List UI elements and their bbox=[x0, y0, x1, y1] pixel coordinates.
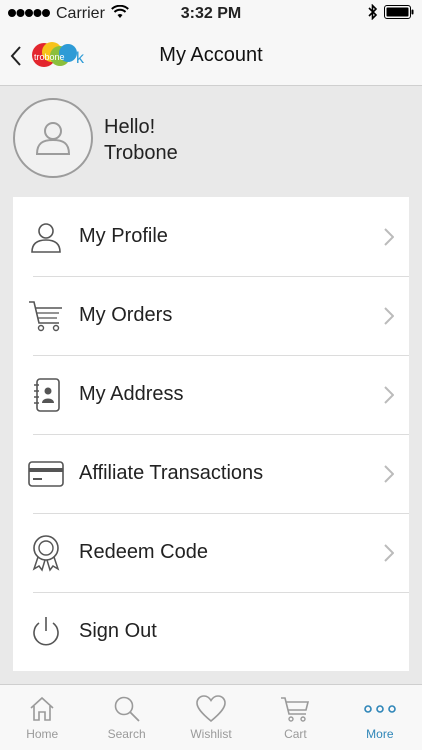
tab-label: More bbox=[366, 727, 394, 741]
tab-more[interactable]: More bbox=[338, 685, 422, 750]
menu-item-sign-out[interactable]: Sign Out bbox=[13, 592, 409, 671]
tab-search[interactable]: Search bbox=[84, 685, 168, 750]
menu-item-label: My Orders bbox=[79, 304, 173, 326]
carrier-label: Carrier bbox=[56, 5, 105, 22]
more-icon bbox=[363, 693, 397, 725]
battery-icon bbox=[384, 4, 414, 24]
tab-cart[interactable]: Cart bbox=[253, 685, 337, 750]
greeting-section: Hello! Trobone bbox=[0, 86, 422, 196]
tab-label: Search bbox=[107, 727, 146, 741]
menu-item-label: My Address bbox=[79, 383, 184, 405]
chevron-right-icon bbox=[369, 385, 409, 404]
home-icon bbox=[28, 693, 56, 725]
credit-card-icon bbox=[13, 434, 79, 513]
power-icon bbox=[13, 592, 79, 671]
menu-item-label: Affiliate Transactions bbox=[79, 462, 264, 484]
badge-icon bbox=[13, 513, 79, 592]
user-icon bbox=[13, 197, 79, 276]
bluetooth-icon bbox=[368, 3, 378, 25]
menu-item-redeem-code[interactable]: Redeem Code bbox=[13, 513, 409, 592]
greeting-text: Hello! Trobone bbox=[104, 114, 178, 166]
avatar[interactable] bbox=[13, 98, 93, 178]
signal-dots-icon bbox=[8, 5, 50, 23]
chevron-right-icon bbox=[369, 306, 409, 325]
menu-item-my-profile[interactable]: My Profile bbox=[13, 197, 409, 276]
greeting-name: Trobone bbox=[104, 142, 178, 164]
menu-item-my-orders[interactable]: My Orders bbox=[13, 276, 409, 355]
heart-icon bbox=[196, 693, 226, 725]
tab-label: Home bbox=[26, 727, 59, 741]
menu-item-label: Redeem Code bbox=[79, 541, 208, 563]
tab-label: Wishlist bbox=[190, 727, 232, 741]
menu-item-my-address[interactable]: My Address bbox=[13, 355, 409, 434]
menu-item-label: Sign Out bbox=[79, 620, 157, 642]
nav-bar: trobone k My Account bbox=[0, 28, 422, 86]
wifi-icon bbox=[111, 4, 129, 24]
user-icon bbox=[35, 122, 71, 155]
tab-wishlist[interactable]: Wishlist bbox=[169, 685, 253, 750]
status-right bbox=[368, 3, 414, 25]
menu-item-affiliate-transactions[interactable]: Affiliate Transactions bbox=[13, 434, 409, 513]
status-left: Carrier bbox=[8, 4, 129, 24]
chevron-right-icon bbox=[369, 464, 409, 483]
tab-home[interactable]: Home bbox=[0, 685, 84, 750]
menu-item-label: My Profile bbox=[79, 225, 168, 247]
account-menu: My Profile My Orders My Address Affiliat… bbox=[13, 197, 409, 671]
status-bar: Carrier 3:32 PM bbox=[0, 0, 422, 28]
tab-label: Cart bbox=[284, 727, 307, 741]
chevron-right-icon bbox=[369, 543, 409, 562]
tab-bar: Home Search Wishlist Cart More bbox=[0, 684, 422, 750]
chevron-right-icon bbox=[369, 227, 409, 246]
address-book-icon bbox=[13, 355, 79, 434]
greeting-hello: Hello! bbox=[104, 116, 156, 138]
page-title: My Account bbox=[159, 44, 263, 66]
cart-icon bbox=[280, 693, 310, 725]
cart-icon bbox=[13, 276, 79, 355]
search-icon bbox=[113, 693, 141, 725]
